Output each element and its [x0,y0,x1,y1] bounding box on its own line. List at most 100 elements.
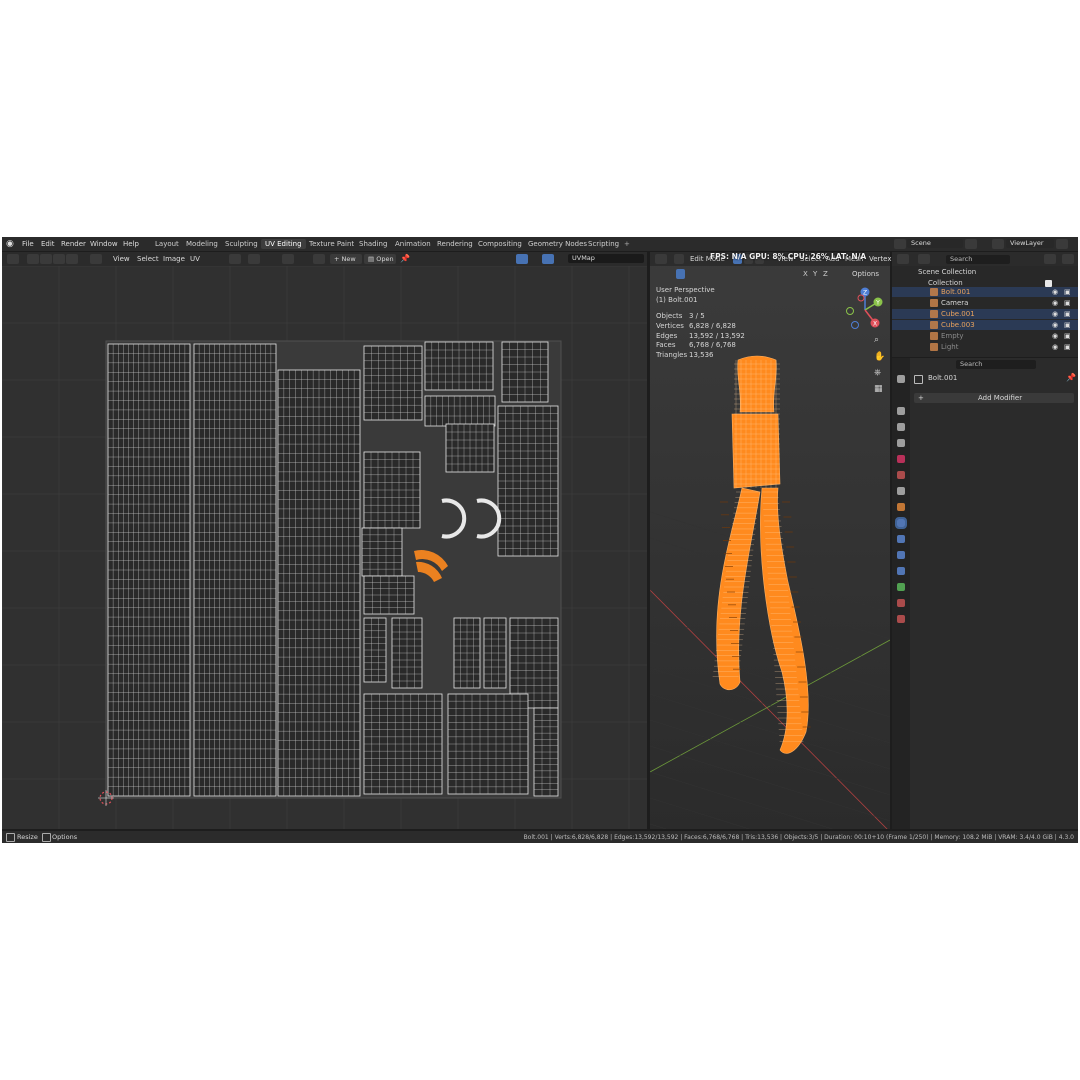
image-browse-icon[interactable] [313,254,325,264]
viewport-editor-type-icon[interactable] [655,254,667,264]
menu-file[interactable]: File [22,239,34,249]
tool-properties-icon[interactable] [897,375,905,383]
face-select-icon[interactable] [66,254,78,264]
viewlayer-icon[interactable] [992,239,1004,249]
tab-sculpting[interactable]: Sculpting [221,239,262,249]
edge-select-icon[interactable] [53,254,65,264]
navigation-gizmo[interactable]: Z Y X [842,285,888,335]
outliner-editor-icon[interactable] [897,254,909,264]
object-properties-icon[interactable] [897,503,905,511]
constraints-properties-icon[interactable] [897,567,905,575]
scene-icon[interactable] [894,239,906,249]
render-visibility-icon[interactable]: ▣ [1064,288,1071,297]
auto-merge-icon[interactable] [836,269,845,279]
editor-type-icon[interactable] [7,254,19,264]
uv-menu-view[interactable]: View [113,254,130,264]
new-scene-icon[interactable] [965,239,977,249]
overlay-gizmo-icon[interactable] [516,254,528,264]
particles-properties-icon[interactable] [897,535,905,543]
tab-uv-editing[interactable]: UV Editing [261,239,306,249]
new-image-button[interactable]: + New [330,254,362,264]
sticky-select-icon[interactable] [90,254,102,264]
tab-shading[interactable]: Shading [355,239,391,249]
snap-icon[interactable] [248,254,260,264]
tab-geometry-nodes[interactable]: Geometry Nodes [524,239,591,249]
vp-camera-icon[interactable]: ⎈ [874,368,881,378]
pivot-icon[interactable] [229,254,241,264]
view-layer-properties-icon[interactable] [897,439,905,447]
sync-selection-icon[interactable] [27,254,39,264]
physics-properties-icon[interactable] [897,551,905,559]
render-visibility-icon[interactable]: ▣ [1064,321,1071,330]
mirror-z-toggle[interactable]: Z [823,270,828,279]
uv-overlays-icon[interactable] [542,254,554,264]
display-mode-icon[interactable] [918,254,930,264]
gizmo-neg-x[interactable] [857,294,865,302]
uv-menu-uv[interactable]: UV [190,254,200,264]
tab-texture-paint[interactable]: Texture Paint [305,239,358,249]
visibility-eye-icon[interactable]: ◉ [1052,299,1058,308]
collection-properties-icon[interactable] [897,487,905,495]
tab-layout[interactable]: Layout [151,239,183,249]
properties-search[interactable]: Search [956,359,1036,369]
data-properties-icon[interactable] [897,583,905,591]
outliner-row[interactable]: Light ◉ ▣ [892,342,1078,352]
outliner-search[interactable]: Search [946,254,1010,264]
viewlayer-selector[interactable]: ViewLayer [1006,239,1054,248]
filter-icon[interactable] [1044,254,1056,264]
3d-viewport[interactable]: Edit Mode View Select Add Mesh Vertex FP… [650,252,892,829]
collection-checkbox[interactable] [1045,280,1052,287]
tab-scripting[interactable]: Scripting [584,239,623,249]
new-collection-icon[interactable] [1062,254,1074,264]
tab-animation[interactable]: Animation [391,239,435,249]
menu-window[interactable]: Window [90,239,118,249]
add-modifier-button[interactable]: + Add Modifier [914,393,1074,403]
open-image-button[interactable]: ▤ Open [364,254,396,264]
vp-pan-icon[interactable]: ✋ [874,352,885,362]
uv-canvas[interactable] [2,266,647,829]
vp-tool-select-icon[interactable] [658,269,670,279]
render-visibility-icon[interactable]: ▣ [1064,299,1071,308]
menu-render[interactable]: Render [61,239,86,249]
pin-properties-icon[interactable]: 📌 [1066,373,1076,382]
vp-zoom-icon[interactable]: ⌕ [874,335,879,345]
mirror-x-toggle[interactable]: X [803,270,808,279]
outliner-row[interactable]: Camera ◉ ▣ [892,298,1078,308]
vp-menu-vertex[interactable]: Vertex [869,254,892,264]
vertex-select-icon[interactable] [40,254,52,264]
world-properties-icon[interactable] [897,471,905,479]
edit-mode-icon[interactable] [674,254,684,264]
visibility-eye-icon[interactable]: ◉ [1052,310,1058,319]
proportional-edit-icon[interactable] [282,254,294,264]
mirror-icon[interactable] [790,269,799,279]
vp-select-extend-icon[interactable] [687,269,696,279]
vp-ortho-grid-icon[interactable]: ▦ [874,384,883,394]
uv-menu-image[interactable]: Image [163,254,185,264]
output-properties-icon[interactable] [897,423,905,431]
options-dropdown[interactable]: Options [852,270,879,279]
outliner-row[interactable]: Empty ◉ ▣ [892,331,1078,341]
render-visibility-icon[interactable]: ▣ [1064,343,1071,352]
vp-select-invert-icon[interactable] [709,269,718,279]
tab-modeling[interactable]: Modeling [182,239,222,249]
blender-logo-icon[interactable]: ◉ [6,239,17,249]
uvmap-selector[interactable]: UVMap [568,254,644,263]
visibility-eye-icon[interactable]: ◉ [1052,288,1058,297]
texture-properties-icon[interactable] [897,615,905,623]
uv-menu-select[interactable]: Select [137,254,159,264]
vp-select-subtract-icon[interactable] [698,269,707,279]
outliner-row[interactable]: Cube.001 ◉ ▣ [892,309,1078,319]
visibility-eye-icon[interactable]: ◉ [1052,343,1058,352]
scene-collection-label[interactable]: Scene Collection [918,268,976,277]
menu-help[interactable]: Help [123,239,139,249]
new-viewlayer-icon[interactable] [1056,239,1068,249]
outliner-row[interactable]: Cube.003 ◉ ▣ [892,320,1078,330]
viewport-canvas[interactable] [650,252,890,829]
modifier-properties-icon[interactable] [895,517,907,529]
render-properties-icon[interactable] [897,407,905,415]
add-workspace-button[interactable]: + [624,239,630,249]
scene-selector[interactable]: Scene [907,239,963,248]
pin-icon[interactable]: 📌 [400,254,410,264]
gizmo-neg-z[interactable] [851,321,859,329]
mirror-y-toggle[interactable]: Y [813,270,817,279]
